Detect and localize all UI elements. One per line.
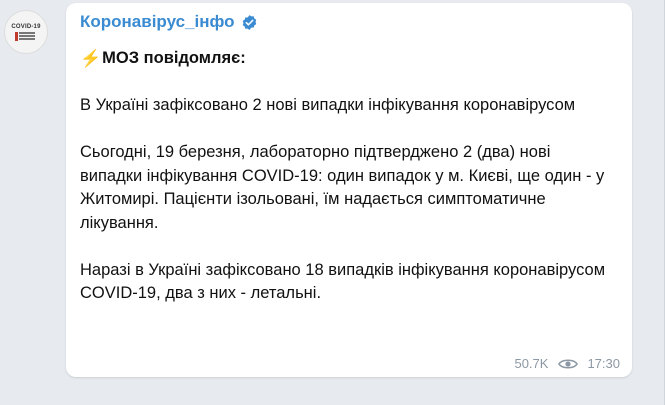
views-count: 50.7K bbox=[514, 356, 549, 371]
message-heading: МОЗ повідомляє: bbox=[102, 49, 246, 67]
avatar-label: COVID-19 bbox=[11, 24, 41, 30]
message-header: Коронавірус_інфо bbox=[80, 12, 258, 32]
message-heading-line: ⚡ МОЗ повідомляє: bbox=[80, 47, 610, 71]
message-meta: 50.7K 17:30 bbox=[514, 356, 620, 371]
avatar-lines bbox=[19, 32, 35, 41]
lightning-icon: ⚡ bbox=[80, 49, 102, 68]
avatar-mark bbox=[15, 32, 18, 41]
message-text: ⚡ МОЗ повідомляє: В Україні зафіксовано … bbox=[80, 47, 610, 306]
message-paragraph-3: Наразі в Україні зафіксовано 18 випадків… bbox=[80, 260, 606, 303]
message-paragraph-1: В Україні зафіксовано 2 нові випадки інф… bbox=[80, 96, 576, 114]
message-time: 17:30 bbox=[587, 356, 620, 371]
eye-icon bbox=[558, 357, 579, 371]
message-bubble: Коронавірус_інфо ⚡ МОЗ повідомляє: В Укр… bbox=[66, 3, 632, 377]
channel-name[interactable]: Коронавірус_інфо bbox=[80, 12, 235, 32]
channel-avatar[interactable]: COVID-19 bbox=[4, 10, 48, 54]
message-paragraph-2: Сьогодні, 19 березня, лабораторно підтве… bbox=[80, 143, 605, 232]
verified-badge-icon bbox=[241, 14, 258, 31]
